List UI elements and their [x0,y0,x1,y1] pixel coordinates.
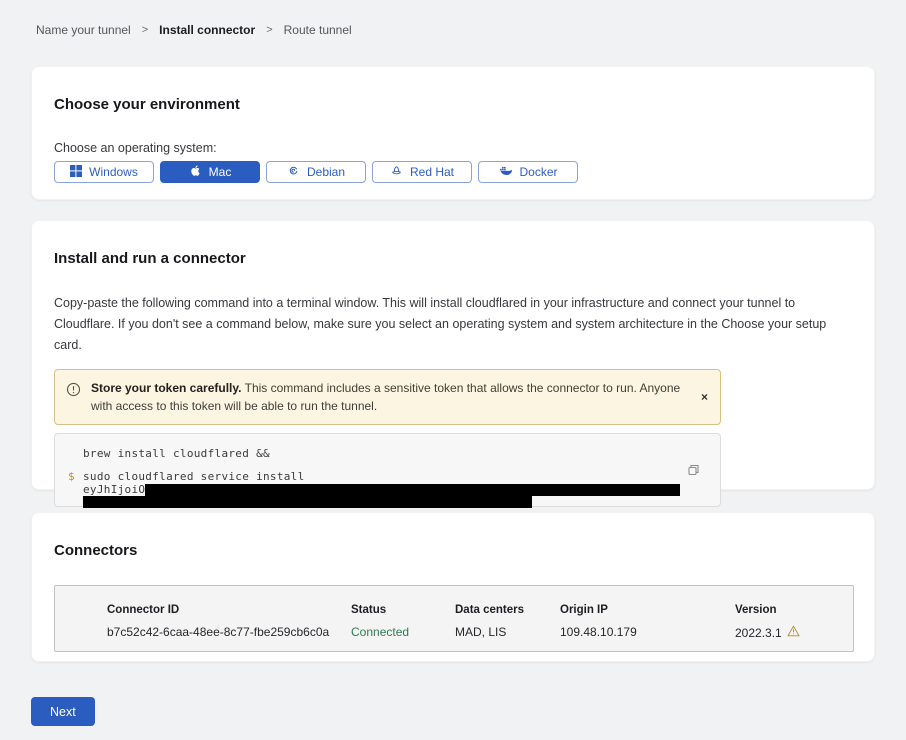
os-button-redhat[interactable]: Red Hat [372,161,472,183]
os-button-label: Docker [519,165,557,179]
version-value: 2022.3.1 [735,626,782,640]
data-centers-value: MAD, LIS [455,625,560,640]
install-description: Copy-paste the following command into a … [54,293,852,356]
token-warning-banner: Store your token carefully. This command… [54,369,721,425]
os-button-mac[interactable]: Mac [160,161,260,183]
copy-icon[interactable] [686,463,700,480]
redacted-token-bar [145,484,680,496]
install-connector-card: Install and run a connector Copy-paste t… [31,220,875,490]
install-command-code-block: $ brew install cloudflared && sudo cloud… [54,433,721,507]
os-select-label: Choose an operating system: [54,141,852,155]
redhat-icon [390,164,403,180]
install-card-title: Install and run a connector [54,251,852,266]
os-button-group: Windows Mac Debian Red Hat Docker [54,161,852,183]
token-prefix: eyJhIjoiO [83,483,145,496]
connectors-table: Connector ID Status Data centers Origin … [54,585,854,652]
warning-title: Store your token carefully. [91,381,242,395]
os-button-label: Red Hat [410,165,454,179]
next-button[interactable]: Next [31,697,95,726]
column-header-data-centers: Data centers [455,604,560,616]
os-button-windows[interactable]: Windows [54,161,154,183]
docker-icon [498,165,512,180]
column-header-version: Version [735,604,853,616]
origin-ip-value: 109.48.10.179 [560,625,735,640]
code-line-brew-install: brew install cloudflared && [83,447,692,460]
debian-icon [287,164,300,180]
terminal-prompt: $ [68,470,75,483]
redacted-token-bar [83,496,532,508]
connector-id-value: b7c52c42-6caa-48ee-8c77-fbe259cb6c0a [107,625,351,640]
os-button-label: Debian [307,165,345,179]
close-icon[interactable]: × [701,391,708,403]
windows-icon [70,165,82,180]
column-header-origin-ip: Origin IP [560,604,735,616]
breadcrumb-item-route-tunnel[interactable]: Route tunnel [284,23,352,37]
info-circle-icon [66,382,81,402]
code-line-service-install: sudo cloudflared service install [83,470,692,483]
code-line-token: eyJhIjoiO [83,483,692,496]
column-header-connector-id: Connector ID [107,604,351,616]
table-row: b7c52c42-6caa-48ee-8c77-fbe259cb6c0a Con… [107,625,853,640]
status-badge: Connected [351,625,455,640]
breadcrumb-item-name-your-tunnel[interactable]: Name your tunnel [36,23,131,37]
warning-triangle-icon [787,625,800,640]
breadcrumb-separator: > [266,24,272,36]
apple-icon [189,164,202,180]
breadcrumb-separator: > [142,24,148,36]
os-button-label: Mac [209,165,232,179]
connectors-card: Connectors Connector ID Status Data cent… [31,512,875,662]
column-header-status: Status [351,604,455,616]
breadcrumb: Name your tunnel > Install connector > R… [36,23,352,37]
os-button-debian[interactable]: Debian [266,161,366,183]
version-cell: 2022.3.1 [735,625,853,640]
connectors-card-title: Connectors [54,543,852,558]
os-button-label: Windows [89,165,138,179]
breadcrumb-item-install-connector[interactable]: Install connector [159,23,255,37]
environment-card-title: Choose your environment [54,97,852,112]
environment-card: Choose your environment Choose an operat… [31,66,875,200]
os-button-docker[interactable]: Docker [478,161,578,183]
connectors-table-header: Connector ID Status Data centers Origin … [107,604,853,616]
